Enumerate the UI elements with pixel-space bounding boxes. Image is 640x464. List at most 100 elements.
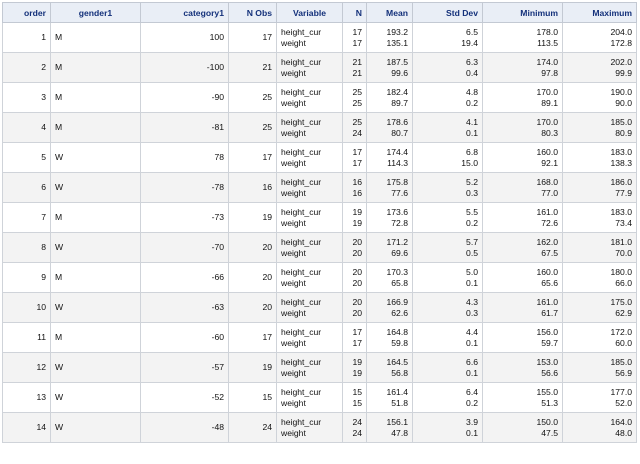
variable-height: height_cur bbox=[281, 326, 322, 337]
table-row: 5 W 78 17 height_cur weight 17 17 174.4 114… bbox=[2, 142, 637, 173]
cell-order: 14 bbox=[2, 412, 51, 443]
cell-n: 20 20 bbox=[342, 262, 367, 293]
n-weight: 20 bbox=[352, 247, 362, 258]
n-height: 16 bbox=[352, 176, 362, 187]
cell-minimum: 156.0 59.7 bbox=[482, 322, 563, 353]
cell-nobs: 17 bbox=[228, 322, 277, 353]
max-weight: 66.0 bbox=[615, 277, 632, 288]
mean-weight: 51.8 bbox=[391, 397, 408, 408]
cell-mean: 156.1 47.8 bbox=[366, 412, 413, 443]
n-weight: 21 bbox=[352, 67, 362, 78]
max-weight: 56.9 bbox=[615, 367, 632, 378]
cell-n: 19 19 bbox=[342, 202, 367, 233]
mean-height: 161.4 bbox=[386, 386, 408, 397]
cell-mean: 174.4 114.3 bbox=[366, 142, 413, 173]
variable-weight: weight bbox=[281, 37, 306, 48]
min-height: 178.0 bbox=[536, 26, 558, 37]
column-header-std-dev: Std Dev bbox=[412, 2, 483, 23]
max-height: 190.0 bbox=[610, 86, 632, 97]
cell-gender: M bbox=[50, 112, 141, 143]
std-weight: 0.1 bbox=[466, 337, 478, 348]
variable-height: height_cur bbox=[281, 146, 322, 157]
std-height: 3.9 bbox=[466, 416, 478, 427]
min-weight: 80.3 bbox=[541, 127, 558, 138]
min-height: 170.0 bbox=[536, 116, 558, 127]
n-weight: 17 bbox=[352, 37, 362, 48]
cell-order: 6 bbox=[2, 172, 51, 203]
std-weight: 0.1 bbox=[466, 427, 478, 438]
cell-gender: M bbox=[50, 262, 141, 293]
cell-minimum: 168.0 77.0 bbox=[482, 172, 563, 203]
variable-height: height_cur bbox=[281, 86, 322, 97]
table-row: 10 W -63 20 height_cur weight 20 20 166.9 6… bbox=[2, 292, 637, 323]
max-height: 180.0 bbox=[610, 266, 632, 277]
cell-variable: height_cur weight bbox=[276, 202, 343, 233]
max-height: 181.0 bbox=[610, 236, 632, 247]
variable-height: height_cur bbox=[281, 356, 322, 367]
cell-minimum: 174.0 97.8 bbox=[482, 52, 563, 83]
cell-n: 16 16 bbox=[342, 172, 367, 203]
cell-category: -81 bbox=[140, 112, 229, 143]
min-weight: 89.1 bbox=[541, 97, 558, 108]
cell-category: -73 bbox=[140, 202, 229, 233]
max-height: 183.0 bbox=[610, 206, 632, 217]
min-weight: 77.0 bbox=[541, 187, 558, 198]
variable-weight: weight bbox=[281, 67, 306, 78]
table-row: 13 W -52 15 height_cur weight 15 15 161.4 5… bbox=[2, 382, 637, 413]
mean-weight: 65.8 bbox=[391, 277, 408, 288]
cell-category: 100 bbox=[140, 22, 229, 53]
max-weight: 80.9 bbox=[615, 127, 632, 138]
cell-mean: 175.8 77.6 bbox=[366, 172, 413, 203]
table-row: 3 M -90 25 height_cur weight 25 25 182.4 89… bbox=[2, 82, 637, 113]
table-row: 12 W -57 19 height_cur weight 19 19 164.5 5… bbox=[2, 352, 637, 383]
n-height: 24 bbox=[352, 416, 362, 427]
cell-std-dev: 6.8 15.0 bbox=[412, 142, 483, 173]
max-weight: 62.9 bbox=[615, 307, 632, 318]
min-weight: 56.6 bbox=[541, 367, 558, 378]
cell-minimum: 170.0 89.1 bbox=[482, 82, 563, 113]
cell-category: -90 bbox=[140, 82, 229, 113]
variable-weight: weight bbox=[281, 187, 306, 198]
min-weight: 65.6 bbox=[541, 277, 558, 288]
cell-order: 1 bbox=[2, 22, 51, 53]
cell-std-dev: 6.4 0.2 bbox=[412, 382, 483, 413]
cell-order: 8 bbox=[2, 232, 51, 263]
std-weight: 0.1 bbox=[466, 127, 478, 138]
mean-height: 182.4 bbox=[386, 86, 408, 97]
column-header-gender: gender1 bbox=[50, 2, 141, 23]
cell-category: -78 bbox=[140, 172, 229, 203]
std-height: 5.7 bbox=[466, 236, 478, 247]
cell-nobs: 25 bbox=[228, 112, 277, 143]
table-row: 1 M 100 17 height_cur weight 17 17 193.2 13… bbox=[2, 22, 637, 53]
max-height: 185.0 bbox=[610, 116, 632, 127]
cell-mean: 170.3 65.8 bbox=[366, 262, 413, 293]
variable-weight: weight bbox=[281, 397, 306, 408]
table-row: 9 M -66 20 height_cur weight 20 20 170.3 65… bbox=[2, 262, 637, 293]
cell-gender: W bbox=[50, 352, 141, 383]
cell-n: 25 25 bbox=[342, 82, 367, 113]
std-weight: 19.4 bbox=[461, 37, 478, 48]
cell-order: 10 bbox=[2, 292, 51, 323]
cell-order: 13 bbox=[2, 382, 51, 413]
min-height: 162.0 bbox=[536, 236, 558, 247]
cell-nobs: 20 bbox=[228, 262, 277, 293]
n-height: 19 bbox=[352, 356, 362, 367]
mean-weight: 62.6 bbox=[391, 307, 408, 318]
cell-category: 78 bbox=[140, 142, 229, 173]
n-height: 20 bbox=[352, 266, 362, 277]
n-height: 17 bbox=[352, 146, 362, 157]
column-header-category: category1 bbox=[140, 2, 229, 23]
table-row: 14 W -48 24 height_cur weight 24 24 156.1 4… bbox=[2, 412, 637, 443]
std-weight: 0.2 bbox=[466, 97, 478, 108]
max-height: 183.0 bbox=[610, 146, 632, 157]
std-height: 5.2 bbox=[466, 176, 478, 187]
mean-height: 178.6 bbox=[386, 116, 408, 127]
cell-nobs: 16 bbox=[228, 172, 277, 203]
n-height: 25 bbox=[352, 116, 362, 127]
mean-weight: 56.8 bbox=[391, 367, 408, 378]
min-height: 160.0 bbox=[536, 266, 558, 277]
variable-weight: weight bbox=[281, 127, 306, 138]
max-height: 204.0 bbox=[610, 26, 632, 37]
cell-mean: 173.6 72.8 bbox=[366, 202, 413, 233]
n-height: 20 bbox=[352, 296, 362, 307]
